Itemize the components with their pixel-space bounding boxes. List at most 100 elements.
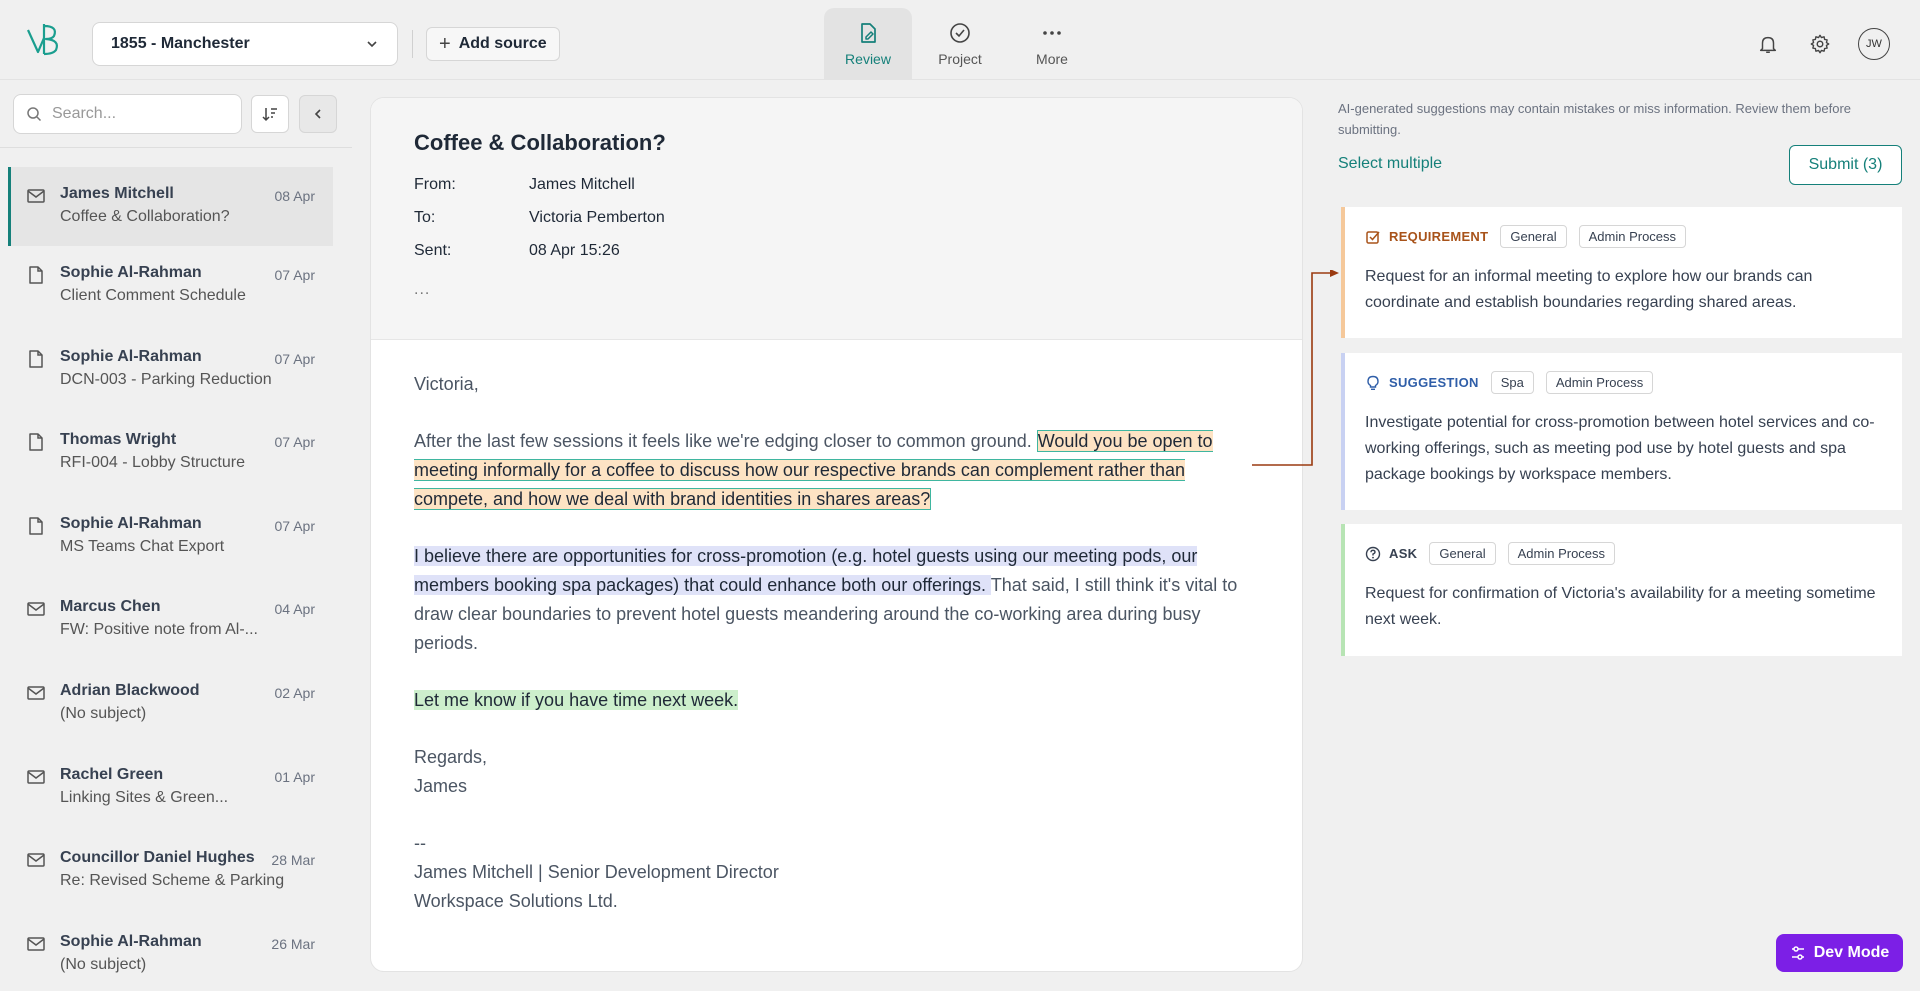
list-item[interactable]: Sophie Al-Rahman Client Comment Schedule … [8, 246, 333, 330]
list-item[interactable]: Rachel Green Linking Sites & Green... 01 … [8, 748, 333, 832]
closing-name: James [414, 776, 468, 796]
notifications-button[interactable] [1754, 30, 1782, 58]
collapse-sidebar-button[interactable] [299, 95, 337, 133]
mail-icon [27, 853, 45, 867]
chevron-down-icon [367, 41, 377, 48]
settings-button[interactable] [1806, 30, 1834, 58]
item-date: 07 Apr [274, 517, 315, 534]
card-header: REQUIREMENT General Admin Process [1365, 225, 1882, 248]
card-type: SUGGESTION [1389, 375, 1479, 390]
message-list: James Mitchell Coffee & Collaboration? 08… [8, 167, 333, 991]
item-date: 08 Apr [274, 188, 315, 204]
email-sent-row: Sent: 08 Apr 15:26 [414, 242, 1259, 275]
list-item[interactable]: Sophie Al-Rahman (No subject) 26 Mar [8, 915, 333, 991]
greeting: Victoria, [414, 374, 479, 394]
card-description: Request for confirmation of Victoria's a… [1365, 585, 1876, 628]
tab-review[interactable]: Review [824, 8, 912, 80]
closing: Regards, James [414, 743, 1259, 801]
check-circle-icon [950, 23, 970, 43]
item-subject: RFI-004 - Lobby Structure [60, 454, 245, 472]
document-icon [29, 266, 43, 284]
item-subject: MS Teams Chat Export [60, 537, 225, 555]
review-doc-icon [861, 23, 876, 43]
list-item[interactable]: Sophie Al-Rahman DCN-003 - Parking Reduct… [8, 330, 333, 414]
document-icon [29, 517, 43, 535]
tab-project-label: Project [938, 51, 982, 67]
list-item[interactable]: Adrian Blackwood (No subject) 02 Apr [8, 664, 333, 748]
list-item[interactable]: Marcus Chen FW: Positive note from Al-...… [8, 580, 333, 664]
card-header: ASK General Admin Process [1365, 542, 1882, 565]
sig-dash: -- [414, 833, 426, 853]
list-item[interactable]: James Mitchell Coffee & Collaboration? 08… [8, 167, 333, 246]
gear-icon [1810, 34, 1830, 54]
list-item[interactable]: Councillor Daniel Hughes Re: Revised Sche… [8, 831, 333, 915]
closing-line: Regards, [414, 747, 488, 767]
divider [412, 30, 413, 58]
app-logo[interactable] [24, 20, 64, 60]
item-subject: (No subject) [60, 955, 147, 973]
item-date: 28 Mar [271, 852, 315, 869]
paragraph-2: I believe there are opportunities for cr… [414, 542, 1259, 658]
sliders-icon [1791, 946, 1804, 960]
avatar[interactable]: JW [1858, 28, 1890, 60]
item-subject: Linking Sites & Green... [60, 788, 229, 806]
list-item[interactable]: Sophie Al-Rahman MS Teams Chat Export 07 … [8, 497, 333, 581]
email-from-row: From: James Mitchell [414, 176, 1259, 209]
email-to-row: To: Victoria Pemberton [414, 209, 1259, 242]
card-description: Investigate potential for cross-promotio… [1365, 414, 1875, 483]
paragraph-1: After the last few sessions it feels lik… [414, 427, 1259, 514]
suggestion-card-requirement[interactable]: REQUIREMENT General Admin Process Reques… [1341, 207, 1902, 338]
plain-text: After the last few sessions it feels lik… [414, 431, 1037, 451]
tag: Admin Process [1545, 371, 1654, 394]
card-description: Request for an informal meeting to explo… [1365, 268, 1813, 311]
search-box[interactable] [13, 94, 242, 134]
tag: Admin Process [1578, 225, 1687, 248]
sent-value: 08 Apr 15:26 [529, 242, 620, 259]
search-input[interactable] [52, 105, 222, 123]
to-label: To: [414, 209, 436, 226]
item-subject: Client Comment Schedule [60, 287, 246, 304]
mail-icon [27, 686, 45, 700]
card-type: ASK [1389, 546, 1418, 561]
suggestion-card-ask[interactable]: ASK General Admin Process Request for co… [1341, 524, 1902, 656]
top-bar: 1855 - Manchester + Add source Review Pr… [0, 0, 1920, 80]
mail-icon [27, 937, 45, 951]
sort-icon [262, 108, 277, 122]
dev-mode-button[interactable]: Dev Mode [1776, 934, 1903, 972]
document-icon [29, 433, 43, 451]
sidebar-divider [0, 147, 352, 148]
sort-button[interactable] [251, 95, 289, 133]
document-icon [29, 349, 43, 368]
item-subject: FW: Positive note from Al-... [60, 621, 258, 639]
tab-review-label: Review [845, 51, 891, 67]
project-select-value: 1855 - Manchester [111, 35, 250, 52]
sig-line-1: James Mitchell | Senior Development Dire… [414, 862, 779, 882]
search-icon [27, 107, 42, 122]
card-type: REQUIREMENT [1389, 229, 1489, 244]
to-value: Victoria Pemberton [529, 209, 665, 226]
add-source-button[interactable]: + Add source [426, 27, 560, 61]
mail-icon [27, 189, 45, 203]
tab-project[interactable]: Project [916, 8, 1004, 80]
email-title: Coffee & Collaboration? [414, 130, 666, 155]
tag: General [1429, 542, 1496, 565]
item-date: 02 Apr [274, 684, 315, 701]
list-item[interactable]: Thomas Wright RFI-004 - Lobby Structure 0… [8, 413, 333, 497]
suggestion-card-suggestion[interactable]: SUGGESTION Spa Admin Process Investigate… [1341, 353, 1902, 510]
chevron-left-icon [314, 109, 321, 119]
email-header: Coffee & Collaboration? From: James Mitch… [371, 98, 1302, 340]
project-select[interactable]: 1855 - Manchester [92, 22, 398, 66]
select-multiple-link[interactable]: Select multiple [1338, 155, 1442, 173]
tag: General [1500, 225, 1567, 248]
plus-icon: + [439, 33, 451, 55]
more-details-button[interactable]: ... [414, 281, 1259, 299]
item-subject: DCN-003 - Parking Reduction [60, 370, 272, 388]
highlight-ask[interactable]: Let me know if you have time next week. [414, 690, 739, 710]
signature: -- James Mitchell | Senior Development Di… [414, 829, 1259, 916]
item-date: 07 Apr [274, 350, 315, 367]
email-body: Victoria, After the last few sessions it… [371, 340, 1302, 916]
tab-more[interactable]: More [1008, 8, 1096, 80]
submit-button[interactable]: Submit (3) [1789, 145, 1902, 185]
paragraph-3: Let me know if you have time next week. [414, 686, 1259, 715]
item-date: 07 Apr [274, 267, 315, 283]
